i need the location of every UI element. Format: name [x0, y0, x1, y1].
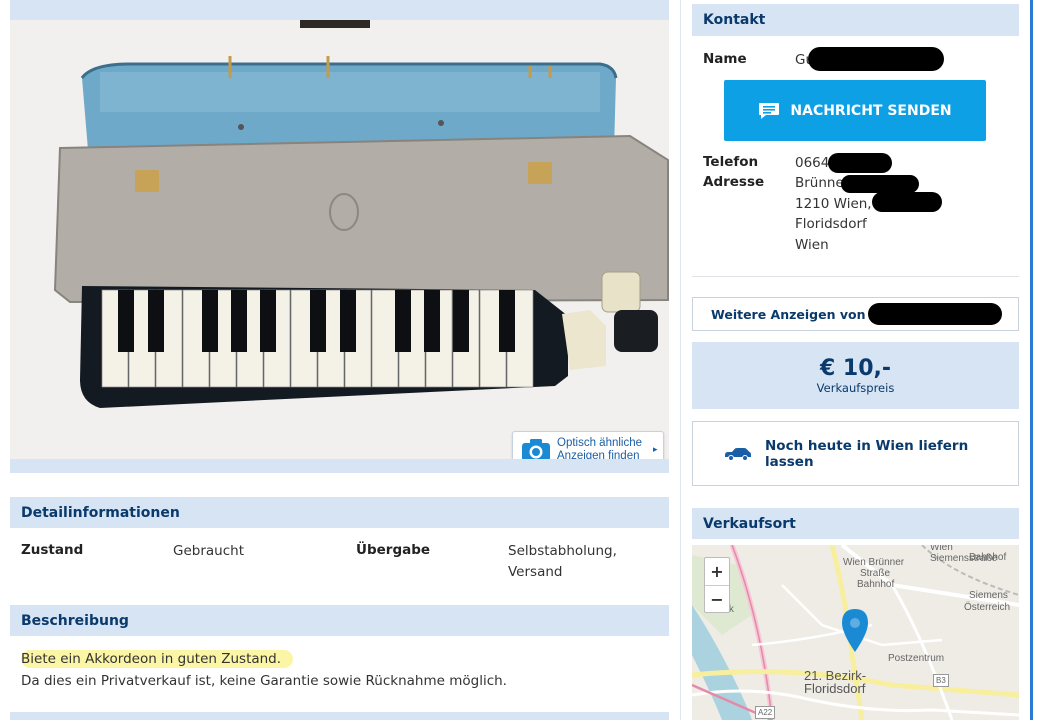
next-section-strip [10, 712, 669, 720]
redaction-seller [868, 303, 1002, 325]
map-label-bahnhof-2: Bahnhof [857, 579, 895, 590]
redaction-district [872, 192, 942, 212]
description-line-1: Biete ein Akkordeon in guten Zustand. [21, 650, 294, 668]
redaction-name [808, 47, 944, 71]
price-label: Verkaufspreis [816, 380, 895, 395]
map-label-strasse: Straße [860, 568, 891, 579]
car-icon [723, 447, 753, 461]
redaction-street [841, 175, 919, 193]
contact-heading: Kontakt [692, 4, 1019, 36]
listing-photo[interactable] [10, 20, 669, 459]
map-label-oesterreich: Österreich [964, 602, 1011, 613]
redaction-phone [828, 153, 892, 173]
phone-value[interactable]: 0664 [795, 153, 829, 174]
address-label: Adresse [703, 174, 765, 190]
zoom-in-button[interactable]: + [705, 558, 729, 585]
melodica-photo-illustration [10, 20, 669, 459]
chat-bubble-icon [758, 102, 780, 120]
sidebar-edge [1030, 0, 1033, 720]
map-label-siemens: Siemens [969, 590, 1008, 601]
handover-value: Selbstabholung, Versand [508, 543, 617, 580]
map-label-postzentrum: Postzentrum [888, 653, 945, 664]
price-box: € 10,- Verkaufspreis [692, 342, 1019, 409]
map-label-b3: B3 [933, 674, 949, 687]
details-heading: Detailinformationen [10, 497, 669, 528]
location-heading: Verkaufsort [692, 508, 1019, 539]
contact-divider [692, 276, 1019, 277]
map-label-wien-bruenner: Wien Brünner [843, 557, 905, 568]
description-line-2: Da dies ein Privatverkauf ist, keine Gar… [21, 673, 507, 689]
condition-label: Zustand [21, 542, 84, 558]
description-heading: Beschreibung [10, 605, 669, 636]
condition-value: Gebraucht [173, 543, 244, 559]
handover-label: Übergabe [356, 542, 431, 558]
chevron-right-icon: ▸ [653, 445, 658, 455]
delivery-button[interactable]: Noch heute in Wien liefern lassen [692, 421, 1019, 486]
map-label-a22: A22 [755, 706, 776, 719]
name-label: Name [703, 51, 747, 67]
phone-label: Telefon [703, 154, 759, 170]
location-map[interactable]: Wien Siemensstraße Bahnhof Wien Brünner … [692, 545, 1019, 720]
send-message-button[interactable]: NACHRICHT SENDEN [724, 80, 986, 141]
map-zoom-control: + − [704, 557, 730, 613]
send-message-label: NACHRICHT SENDEN [790, 102, 952, 119]
column-divider [680, 0, 681, 720]
zoom-out-button[interactable]: − [705, 586, 729, 613]
top-strip [10, 0, 669, 20]
photo-gallery-bar [10, 459, 669, 473]
price-amount: € 10,- [819, 355, 892, 381]
map-label-bahnhof: Bahnhof [969, 552, 1007, 563]
map-label-district-2: Floridsdorf [804, 681, 866, 696]
